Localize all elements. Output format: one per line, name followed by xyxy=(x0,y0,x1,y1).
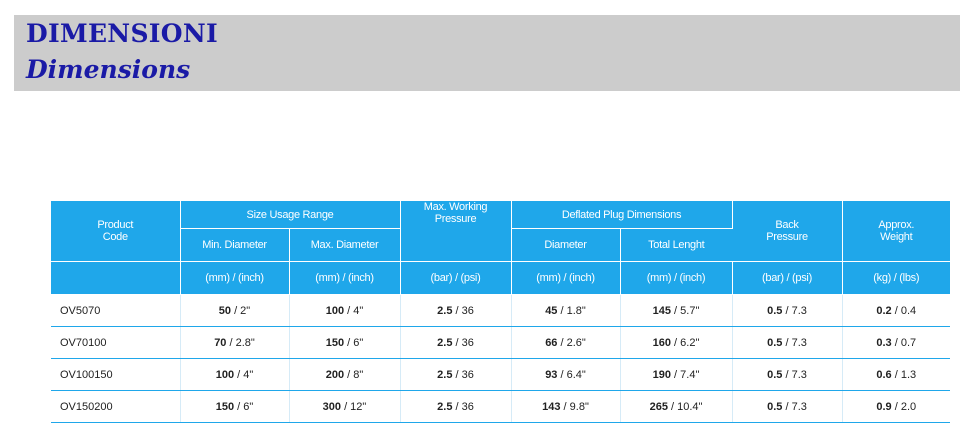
header-deflated-plug-dimensions: Deflated Plug Dimensions xyxy=(511,201,733,229)
diameter-cell: 143 / 9.8" xyxy=(511,390,621,423)
header-back-pressure: Back Pressure xyxy=(732,201,843,262)
header-max-working-pressure: Max. Working Pressure xyxy=(400,201,512,262)
product-code-cell: OV5070 xyxy=(51,294,181,327)
max-diameter-cell: 150 / 6" xyxy=(289,326,401,359)
table-row: OV150200 150 / 6" 300 / 12" 2.5 / 36 143… xyxy=(51,390,950,423)
section-title-english: Dimensions xyxy=(26,55,191,84)
product-code-cell: OV70100 xyxy=(51,326,181,359)
min-diameter-cell: 70 / 2.8" xyxy=(180,326,290,359)
unit-total-length: (mm) / (inch) xyxy=(620,261,733,295)
unit-pressure: (bar) / (psi) xyxy=(400,261,512,295)
header-unit-blank xyxy=(51,261,181,295)
total-length-cell: 190 / 7.4" xyxy=(620,358,733,391)
diameter-cell: 66 / 2.6" xyxy=(511,326,621,359)
pressure-cell: 2.5 / 36 xyxy=(400,294,512,327)
pressure-cell: 2.5 / 36 xyxy=(400,358,512,391)
weight-cell: 0.2 / 0.4 xyxy=(842,294,950,327)
min-diameter-cell: 50 / 2" xyxy=(180,294,290,327)
unit-weight: (kg) / (lbs) xyxy=(842,261,950,295)
total-length-cell: 160 / 6.2" xyxy=(620,326,733,359)
max-diameter-cell: 100 / 4" xyxy=(289,294,401,327)
weight-cell: 0.9 / 2.0 xyxy=(842,390,950,423)
header-diameter: Diameter xyxy=(511,228,621,262)
min-diameter-cell: 150 / 6" xyxy=(180,390,290,423)
weight-cell: 0.3 / 0.7 xyxy=(842,326,950,359)
total-length-cell: 145 / 5.7" xyxy=(620,294,733,327)
back-pressure-cell: 0.5 / 7.3 xyxy=(732,326,843,359)
header-max-diameter: Max. Diameter xyxy=(289,228,401,262)
max-diameter-cell: 300 / 12" xyxy=(289,390,401,423)
pressure-cell: 2.5 / 36 xyxy=(400,390,512,423)
table-row: OV70100 70 / 2.8" 150 / 6" 2.5 / 36 66 /… xyxy=(51,326,950,359)
table-row: OV100150 100 / 4" 200 / 8" 2.5 / 36 93 /… xyxy=(51,358,950,391)
diameter-cell: 45 / 1.8" xyxy=(511,294,621,327)
header-total-length: Total Lenght xyxy=(620,228,732,262)
unit-back-pressure: (bar) / (psi) xyxy=(732,261,843,295)
header-approx-weight: Approx. Weight xyxy=(842,201,950,262)
unit-min-diameter: (mm) / (inch) xyxy=(180,261,290,295)
weight-cell: 0.6 / 1.3 xyxy=(842,358,950,391)
header-product-code: Product Code xyxy=(51,201,181,262)
diameter-cell: 93 / 6.4" xyxy=(511,358,621,391)
back-pressure-cell: 0.5 / 7.3 xyxy=(732,390,843,423)
pressure-cell: 2.5 / 36 xyxy=(400,326,512,359)
product-code-cell: OV150200 xyxy=(51,390,181,423)
header-size-usage-range: Size Usage Range xyxy=(180,201,401,229)
product-code-cell: OV100150 xyxy=(51,358,181,391)
max-diameter-cell: 200 / 8" xyxy=(289,358,401,391)
dimensions-table: Product Code Size Usage Range Max. Worki… xyxy=(51,201,950,423)
unit-diameter: (mm) / (inch) xyxy=(511,261,621,295)
header-min-diameter: Min. Diameter xyxy=(180,228,290,262)
section-title-italian: DIMENSIONI xyxy=(26,19,219,48)
table-row: OV5070 50 / 2" 100 / 4" 2.5 / 36 45 / 1.… xyxy=(51,294,950,327)
min-diameter-cell: 100 / 4" xyxy=(180,358,290,391)
back-pressure-cell: 0.5 / 7.3 xyxy=(732,294,843,327)
back-pressure-cell: 0.5 / 7.3 xyxy=(732,358,843,391)
total-length-cell: 265 / 10.4" xyxy=(620,390,733,423)
unit-max-diameter: (mm) / (inch) xyxy=(289,261,401,295)
